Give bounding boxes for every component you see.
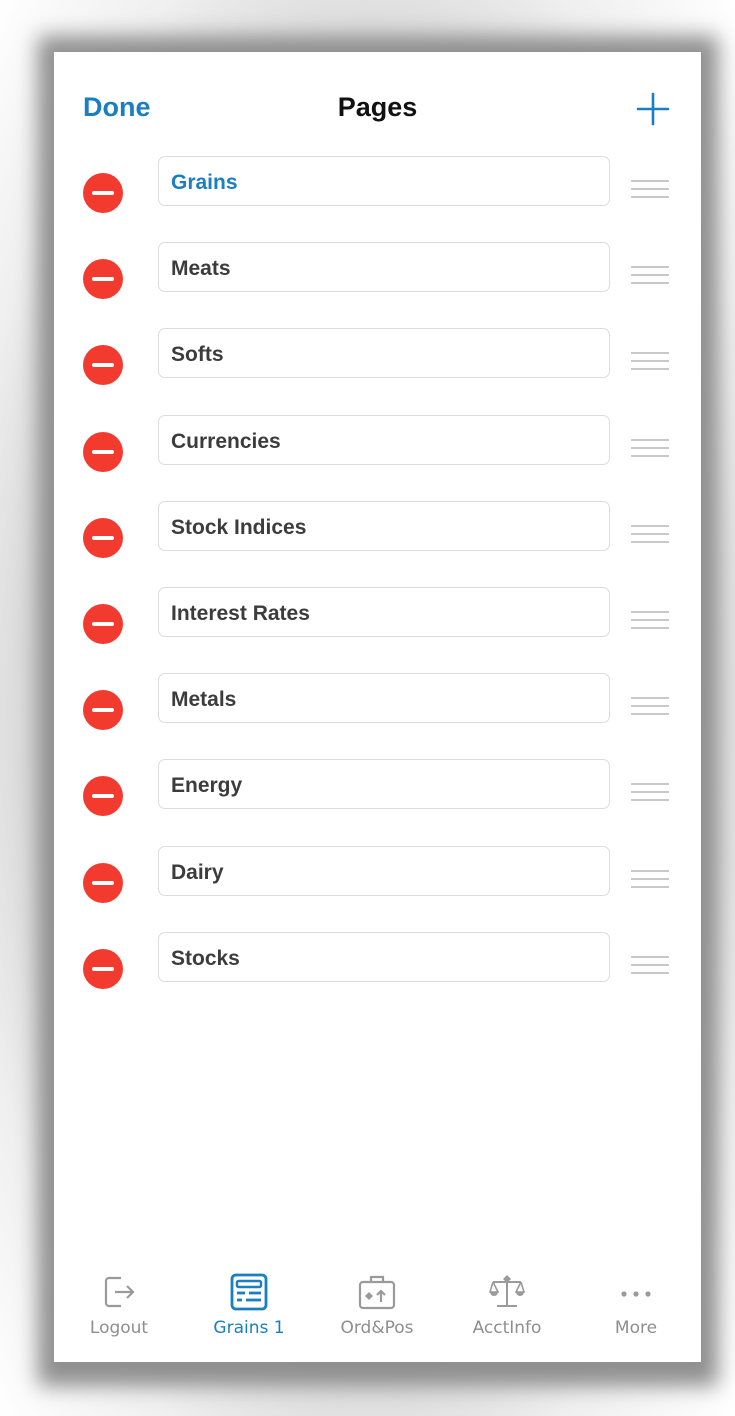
page-name-field[interactable]: Energy — [158, 759, 610, 810]
delete-icon[interactable] — [83, 948, 123, 989]
drag-handle-icon[interactable] — [631, 697, 669, 719]
delete-icon[interactable] — [83, 517, 123, 558]
list-item: Dairy — [54, 845, 701, 932]
tab-more[interactable]: More — [581, 1272, 691, 1352]
drag-handle-icon[interactable] — [631, 524, 669, 547]
list-item: Grains — [54, 156, 701, 242]
drag-handle-icon[interactable] — [631, 610, 669, 633]
briefcase-icon — [358, 1275, 396, 1310]
tab-label: Grains 1 — [213, 1318, 285, 1338]
drag-handle-icon[interactable] — [631, 180, 669, 202]
page-name-field[interactable]: Grains — [158, 156, 610, 206]
tab-label: AcctInfo — [472, 1318, 542, 1338]
tab-label: More — [614, 1318, 658, 1338]
delete-icon[interactable] — [83, 603, 123, 644]
page-title: Pages — [337, 92, 418, 122]
page-name-field[interactable]: Currencies — [158, 414, 610, 465]
drag-handle-icon[interactable] — [631, 266, 669, 288]
delete-icon[interactable] — [83, 345, 123, 386]
drag-handle-icon[interactable] — [631, 869, 669, 892]
list-item: Interest Rates — [54, 586, 701, 673]
ellipsis-icon — [621, 1291, 651, 1297]
delete-icon[interactable] — [83, 173, 123, 213]
tab-acctinfo[interactable]: AcctInfo — [452, 1272, 562, 1352]
list-item: Meats — [54, 242, 701, 328]
list-item: Energy — [54, 759, 701, 845]
tab-bar: Logout Grains 1 Ord&Pos AcctInfo More — [54, 1260, 701, 1362]
list-item: Currencies — [54, 414, 701, 501]
page-name-field[interactable]: Softs — [158, 328, 610, 379]
page-name-field[interactable]: Metals — [158, 673, 610, 724]
page-name-field[interactable]: Meats — [158, 242, 610, 293]
tab-logout[interactable]: Logout — [64, 1272, 174, 1352]
page-name-field[interactable]: Stock Indices — [158, 500, 610, 551]
list-item: Stock Indices — [54, 500, 701, 587]
scales-icon — [488, 1275, 526, 1307]
navigation-bar: Done Pages — [54, 52, 701, 152]
delete-icon[interactable] — [83, 431, 123, 472]
page-name-field[interactable]: Interest Rates — [158, 586, 610, 637]
tab-label: Ord&Pos — [340, 1318, 414, 1338]
drag-handle-icon[interactable] — [631, 438, 669, 461]
tab-label: Logout — [89, 1318, 149, 1338]
grid-page-icon — [230, 1273, 268, 1311]
plus-icon[interactable] — [636, 92, 670, 126]
page-name-field[interactable]: Stocks — [158, 931, 610, 982]
delete-icon[interactable] — [83, 690, 123, 731]
drag-handle-icon[interactable] — [631, 783, 669, 805]
delete-icon[interactable] — [83, 776, 123, 817]
tab-ord-pos[interactable]: Ord&Pos — [322, 1272, 432, 1352]
delete-icon[interactable] — [83, 862, 123, 903]
drag-handle-icon[interactable] — [631, 352, 669, 374]
list-item: Softs — [54, 328, 701, 414]
delete-icon[interactable] — [83, 259, 123, 300]
logout-icon — [104, 1276, 135, 1308]
app-screen: Done Pages Grains Meats Softs Currencies… — [54, 52, 701, 1362]
page-name-field[interactable]: Dairy — [158, 845, 610, 896]
list-item: Stocks — [54, 931, 701, 1018]
drag-handle-icon[interactable] — [631, 955, 669, 978]
tab-grains-1[interactable]: Grains 1 — [194, 1272, 304, 1352]
list-item: Metals — [54, 673, 701, 759]
pages-list: Grains Meats Softs Currencies Stock Indi… — [54, 156, 701, 1018]
